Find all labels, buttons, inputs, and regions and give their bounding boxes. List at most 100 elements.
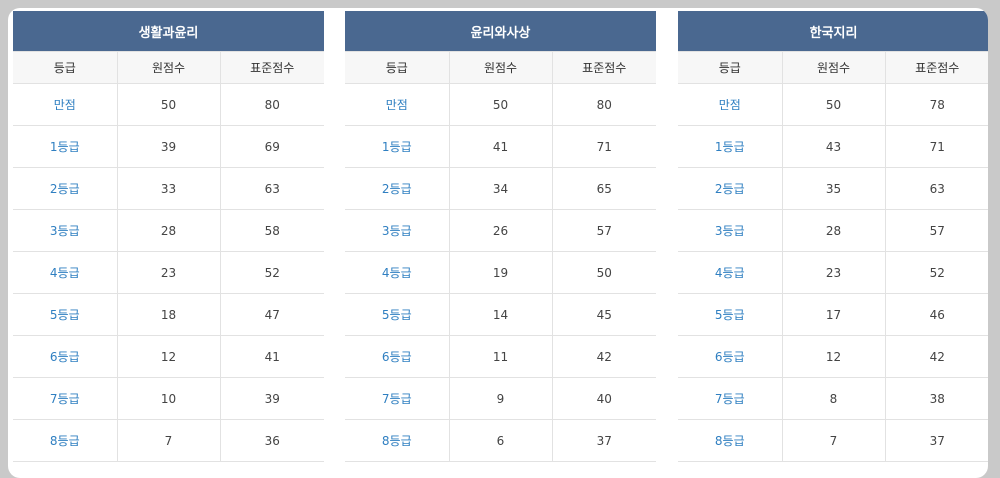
column-header-raw-score: 원점수 [781,51,885,84]
score-table-life-ethics: 생활과윤리 등급 원점수 표준점수 만점 50 80 1등급 39 69 2등급 33 63 3등… [13,11,324,462]
column-header-grade: 등급 [345,51,449,84]
raw-score-cell: 10 [116,377,220,420]
raw-score-cell: 43 [781,125,885,168]
standard-score-cell: 80 [551,83,656,126]
standard-score-cell: 41 [219,335,324,378]
column-header-grade: 등급 [678,51,782,84]
raw-score-cell: 50 [116,83,220,126]
table-row: 8등급 7 37 [678,419,988,462]
table-row: 1등급 39 69 [13,125,324,168]
standard-score-cell: 63 [219,167,324,210]
raw-score-cell: 39 [116,125,220,168]
table-title: 한국지리 [678,11,988,52]
table-row: 7등급 10 39 [13,377,324,420]
standard-score-cell: 52 [219,251,324,294]
standard-score-cell: 57 [884,209,988,252]
raw-score-cell: 41 [448,125,552,168]
table-row: 1등급 43 71 [678,125,988,168]
grade-cell: 2등급 [345,167,449,210]
table-row: 6등급 11 42 [345,335,656,378]
column-header-grade: 등급 [13,51,117,84]
raw-score-cell: 50 [448,83,552,126]
raw-score-cell: 8 [781,377,885,420]
standard-score-cell: 42 [551,335,656,378]
raw-score-cell: 33 [116,167,220,210]
table-row: 2등급 35 63 [678,167,988,210]
column-header-standard-score: 표준점수 [884,51,988,84]
standard-score-cell: 63 [884,167,988,210]
table-row: 6등급 12 42 [678,335,988,378]
score-table-ethics-thought: 윤리와사상 등급 원점수 표준점수 만점 50 80 1등급 41 71 2등급 34 65 3등… [345,11,656,462]
standard-score-cell: 38 [884,377,988,420]
grade-cell: 5등급 [678,293,782,336]
standard-score-cell: 37 [551,419,656,462]
table-body: 만점 50 78 1등급 43 71 2등급 35 63 3등급 28 57 4등급 23 52 5등급 17 4… [678,83,988,462]
grade-cell: 4등급 [13,251,117,294]
grade-cell: 1등급 [678,125,782,168]
table-row: 4등급 23 52 [678,251,988,294]
raw-score-cell: 28 [116,209,220,252]
standard-score-cell: 47 [219,293,324,336]
standard-score-cell: 71 [551,125,656,168]
raw-score-cell: 50 [781,83,885,126]
table-row: 5등급 14 45 [345,293,656,336]
grade-cell: 8등급 [13,419,117,462]
raw-score-cell: 23 [116,251,220,294]
raw-score-cell: 7 [116,419,220,462]
grade-cell: 3등급 [13,209,117,252]
table-row: 4등급 19 50 [345,251,656,294]
table-row: 2등급 33 63 [13,167,324,210]
grade-cell: 7등급 [13,377,117,420]
table-title: 생활과윤리 [13,11,324,52]
table-title: 윤리와사상 [345,11,656,52]
standard-score-cell: 37 [884,419,988,462]
table-row: 만점 50 78 [678,83,988,126]
raw-score-cell: 6 [448,419,552,462]
table-row: 3등급 28 57 [678,209,988,252]
table-body: 만점 50 80 1등급 41 71 2등급 34 65 3등급 26 57 4등급 19 50 5등급 14 4… [345,83,656,462]
standard-score-cell: 69 [219,125,324,168]
table-row: 3등급 26 57 [345,209,656,252]
table-row: 8등급 6 37 [345,419,656,462]
grade-cell: 만점 [345,83,449,126]
grade-cell: 7등급 [345,377,449,420]
standard-score-cell: 71 [884,125,988,168]
table-row: 6등급 12 41 [13,335,324,378]
grade-cell: 만점 [13,83,117,126]
grade-cell: 4등급 [678,251,782,294]
raw-score-cell: 12 [781,335,885,378]
score-table-korean-geography: 한국지리 등급 원점수 표준점수 만점 50 78 1등급 43 71 2등급 35 63 3등급… [678,11,988,462]
table-row: 1등급 41 71 [345,125,656,168]
table-row: 5등급 17 46 [678,293,988,336]
standard-score-cell: 36 [219,419,324,462]
raw-score-cell: 23 [781,251,885,294]
raw-score-cell: 14 [448,293,552,336]
raw-score-cell: 28 [781,209,885,252]
standard-score-cell: 39 [219,377,324,420]
column-header-standard-score: 표준점수 [219,51,324,84]
table-row: 2등급 34 65 [345,167,656,210]
grade-cut-panel: 생활과윤리 등급 원점수 표준점수 만점 50 80 1등급 39 69 2등급 33 63 3등… [8,8,988,478]
raw-score-cell: 11 [448,335,552,378]
grade-cell: 8등급 [678,419,782,462]
standard-score-cell: 50 [551,251,656,294]
grade-cell: 3등급 [345,209,449,252]
grade-cell: 1등급 [13,125,117,168]
table-row: 5등급 18 47 [13,293,324,336]
standard-score-cell: 42 [884,335,988,378]
table-row: 4등급 23 52 [13,251,324,294]
standard-score-cell: 65 [551,167,656,210]
grade-cell: 7등급 [678,377,782,420]
table-row: 만점 50 80 [345,83,656,126]
grade-cell: 2등급 [13,167,117,210]
table-body: 만점 50 80 1등급 39 69 2등급 33 63 3등급 28 58 4등급 23 52 5등급 18 4… [13,83,324,462]
standard-score-cell: 52 [884,251,988,294]
standard-score-cell: 57 [551,209,656,252]
standard-score-cell: 46 [884,293,988,336]
raw-score-cell: 7 [781,419,885,462]
raw-score-cell: 35 [781,167,885,210]
table-row: 3등급 28 58 [13,209,324,252]
raw-score-cell: 19 [448,251,552,294]
column-header-raw-score: 원점수 [448,51,552,84]
standard-score-cell: 45 [551,293,656,336]
